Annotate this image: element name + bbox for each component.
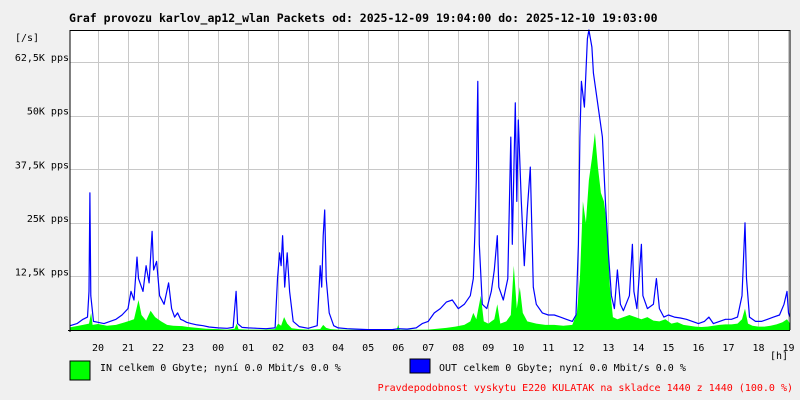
y-tick-label-2: 37,5K pps xyxy=(15,160,69,171)
y-axis-unit: [/s] xyxy=(15,33,39,44)
x-tick-label-8: 04 xyxy=(332,343,344,354)
y-tick-labels: 12,5K pps 25K pps 37,5K pps 50K pps 62,5K pp… xyxy=(15,53,69,278)
x-tick-label-15: 11 xyxy=(542,343,554,354)
y-tick-label-0: 12,5K pps xyxy=(15,267,69,278)
y-tick-label-1: 25K pps xyxy=(27,214,69,225)
x-axis-unit: [h] xyxy=(770,351,788,362)
x-tick-label-16: 12 xyxy=(572,343,584,354)
x-tick-label-18: 14 xyxy=(632,343,644,354)
y-tick-label-4: 62,5K pps xyxy=(15,53,69,64)
x-tick-label-11: 07 xyxy=(422,343,434,354)
x-tick-label-0: 20 xyxy=(92,343,104,354)
plot-area xyxy=(70,30,790,330)
x-tick-label-7: 03 xyxy=(302,343,314,354)
x-tick-labels: 20 21 22 23 00 01 02 03 04 05 06 07 08 09 10 11 12 13 14 15… xyxy=(92,343,795,354)
x-tick-label-2: 22 xyxy=(152,343,164,354)
x-tick-label-5: 01 xyxy=(242,343,254,354)
x-tick-label-4: 00 xyxy=(212,343,224,354)
x-tick-label-13: 09 xyxy=(482,343,494,354)
x-tick-label-21: 17 xyxy=(722,343,734,354)
x-tick-label-9: 05 xyxy=(362,343,374,354)
annotation-note: Pravdepodobnost vyskytu E220 KULATAK na … xyxy=(378,383,793,394)
x-tick-label-22: 18 xyxy=(752,343,764,354)
y-tick-label-3: 50K pps xyxy=(27,107,69,118)
legend-label-in: IN celkem 0 Gbyte; nyní 0.0 Mbit/s 0.0 % xyxy=(100,362,341,374)
chart-title: Graf provozu karlov_ap12_wlan Packets od… xyxy=(69,11,658,26)
x-tick-label-17: 13 xyxy=(602,343,614,354)
traffic-chart: Graf provozu karlov_ap12_wlan Packets od… xyxy=(15,11,795,394)
x-tick-label-1: 21 xyxy=(122,343,134,354)
legend-swatch-in xyxy=(69,360,91,381)
x-tick-label-14: 10 xyxy=(512,343,524,354)
x-tick-label-12: 08 xyxy=(452,343,464,354)
legend-swatch-out xyxy=(409,358,431,374)
x-tick-label-20: 16 xyxy=(692,343,704,354)
legend-label-out: OUT celkem 0 Gbyte; nyní 0.0 Mbit/s 0.0 … xyxy=(439,362,686,374)
x-tick-label-3: 23 xyxy=(182,343,194,354)
x-tick-label-19: 15 xyxy=(662,343,674,354)
x-tick-label-10: 06 xyxy=(392,343,404,354)
x-tick-label-6: 02 xyxy=(272,343,284,354)
